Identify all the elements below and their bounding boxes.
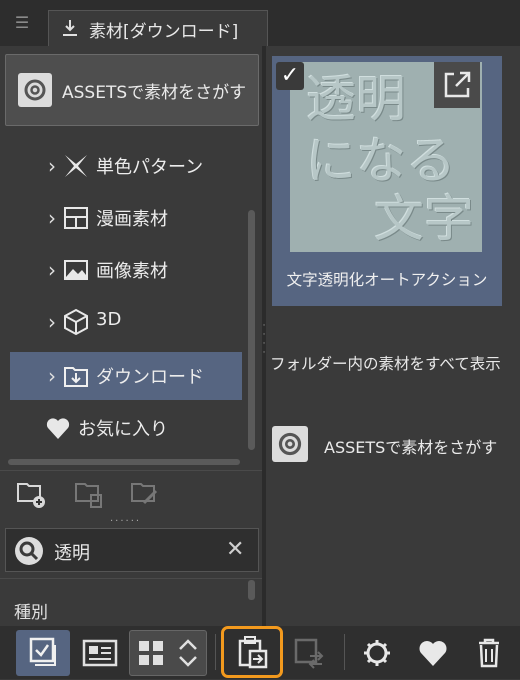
external-link-icon	[444, 71, 471, 98]
replace-material-button[interactable]	[284, 630, 338, 676]
tree-vertical-scrollbar[interactable]	[248, 210, 255, 450]
bottom-toolbar	[0, 626, 520, 679]
new-folder-icon[interactable]	[16, 479, 46, 509]
tab-download-materials[interactable]: 素材[ダウンロード]	[48, 10, 268, 46]
heart-icon	[46, 418, 70, 439]
grid-view-icon[interactable]	[136, 637, 166, 669]
tree-item-label: 漫画素材	[96, 209, 168, 230]
assets-logo-icon	[18, 73, 52, 107]
download-folder-icon	[64, 367, 88, 387]
tree-item-label: お気に入り	[78, 419, 168, 440]
close-icon[interactable]: ✕	[226, 537, 244, 562]
cube-icon	[64, 308, 88, 336]
detail-view-button[interactable]	[74, 630, 128, 676]
gear-icon	[364, 640, 390, 666]
material-checkbox[interactable]: ✓	[276, 62, 304, 90]
pattern-icon	[65, 155, 87, 177]
search-input[interactable]: 透明 ✕	[5, 528, 259, 572]
material-folder-tree: › 単色パターン › 漫画素材 › 画像素材 › 3D › ダウンロード お気に…	[0, 128, 262, 468]
filter-scrollbar[interactable]	[248, 580, 255, 600]
chevron-right-icon[interactable]: ›	[48, 310, 56, 334]
paste-to-canvas-button[interactable]	[221, 626, 283, 678]
rename-folder-icon[interactable]	[130, 479, 160, 509]
filter-type-label: 種別	[14, 603, 48, 623]
manga-icon	[64, 207, 88, 229]
search-value: 透明	[54, 543, 90, 564]
assets-search-label: ASSETSで素材をさがす	[62, 83, 247, 103]
material-title: 文字透明化オートアクション	[286, 271, 488, 289]
chevron-right-icon[interactable]: ›	[48, 258, 56, 282]
folder-toolbar	[0, 470, 262, 519]
replace-icon	[294, 638, 324, 669]
checkbox-list-icon	[29, 637, 56, 666]
tree-item-label: 単色パターン	[96, 157, 204, 178]
chevron-right-icon[interactable]: ›	[48, 364, 56, 388]
delete-material-button[interactable]	[462, 630, 516, 676]
chevron-right-icon[interactable]: ›	[48, 154, 56, 178]
assets-logo-icon	[272, 426, 308, 462]
toolbar-divider	[215, 634, 216, 670]
hamburger-icon[interactable]: ☰	[12, 14, 32, 32]
check-icon: ✓	[280, 63, 300, 88]
toolbar-divider	[344, 634, 345, 670]
heart-icon	[419, 641, 447, 666]
tree-item-label: 3D	[96, 309, 122, 330]
thumbnail-text-line: になる	[306, 132, 456, 190]
splitter-grip[interactable]: · · · ·	[262, 322, 266, 362]
tree-item-label: ダウンロード	[96, 367, 204, 388]
panel-resize-handle[interactable]: ······	[110, 516, 141, 527]
tree-item-download[interactable]: › ダウンロード	[10, 352, 242, 400]
assets-search-button[interactable]: ASSETSで素材をさがす	[5, 54, 259, 126]
download-icon	[63, 20, 77, 36]
thumbnail-text-line: 透明	[306, 70, 406, 128]
image-icon	[64, 260, 88, 280]
search-icon	[15, 537, 43, 565]
tree-item-image[interactable]: › 画像素材	[10, 246, 242, 294]
material-settings-button[interactable]	[350, 630, 404, 676]
assets-search-label: ASSETSで素材をさがす	[324, 438, 498, 457]
thumbnail-text-line: 文字	[374, 190, 474, 248]
tree-item-manga[interactable]: › 漫画素材	[10, 194, 242, 242]
open-external-button[interactable]	[434, 62, 480, 108]
tree-horizontal-scrollbar[interactable]	[8, 459, 240, 465]
trash-icon	[479, 638, 499, 668]
chevron-right-icon[interactable]: ›	[48, 206, 56, 230]
show-all-materials-link[interactable]: フォルダー内の素材をすべて表示	[270, 352, 501, 374]
tree-item-label: 画像素材	[96, 261, 168, 282]
stepper-up-down-icon[interactable]	[176, 635, 200, 671]
assets-search-link[interactable]: ASSETSで素材をさがす	[272, 424, 512, 464]
tab-label: 素材[ダウンロード]	[89, 22, 239, 42]
tree-item-3d[interactable]: › 3D	[10, 298, 242, 346]
tree-item-solid-pattern[interactable]: › 単色パターン	[10, 142, 242, 190]
card-view-icon	[82, 639, 118, 667]
select-mode-button[interactable]	[16, 630, 70, 676]
add-favorite-button[interactable]	[406, 630, 460, 676]
paste-to-canvas-icon	[238, 636, 268, 669]
delete-folder-icon[interactable]	[74, 479, 104, 509]
thumbnail-size-control[interactable]	[129, 630, 207, 676]
tab-bar: ☰ 素材[ダウンロード]	[0, 0, 520, 46]
tree-item-favorites[interactable]: お気に入り	[10, 404, 242, 452]
